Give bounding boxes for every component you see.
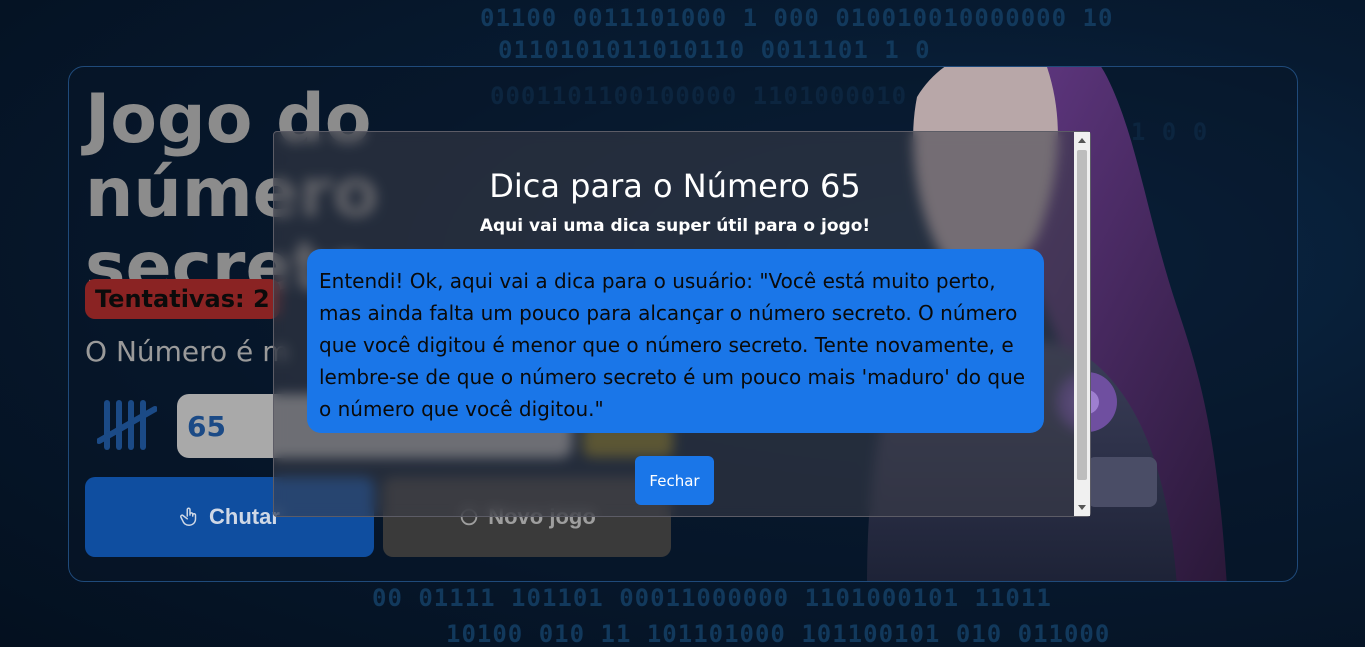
binary-line: 0110101011010110 0011101 1 0 — [498, 36, 931, 64]
hint-message: Entendi! Ok, aqui vai a dica para o usuá… — [307, 249, 1044, 433]
binary-line: 10100 010 11 101101000 101100101 010 011… — [446, 620, 1111, 647]
modal-title: Dica para o Número 65 — [489, 167, 861, 205]
attempts-badge: Tentativas: 2 — [85, 279, 280, 319]
scrollbar-thumb[interactable] — [1077, 150, 1087, 480]
close-button[interactable]: Fechar — [635, 456, 714, 505]
pointer-hand-icon — [180, 507, 197, 526]
guess-button-label: Chutar — [209, 504, 280, 529]
scroll-up-arrow-icon[interactable] — [1078, 138, 1086, 143]
modal-subtitle: Aqui vai uma dica super útil para o jogo… — [479, 216, 871, 236]
scroll-down-arrow-icon[interactable] — [1078, 505, 1086, 510]
binary-line: 00 01111 101101 00011000000 1101000101 1… — [372, 584, 1052, 612]
modal-scrollbar[interactable] — [1074, 132, 1090, 516]
hint-modal: Dica para o Número 65 Aqui vai uma dica … — [273, 131, 1091, 517]
status-text: O Número é m — [85, 335, 290, 368]
tally-marks-icon — [97, 400, 157, 450]
binary-line: 01100 0011101000 1 000 010010010000000 1… — [480, 4, 1114, 32]
